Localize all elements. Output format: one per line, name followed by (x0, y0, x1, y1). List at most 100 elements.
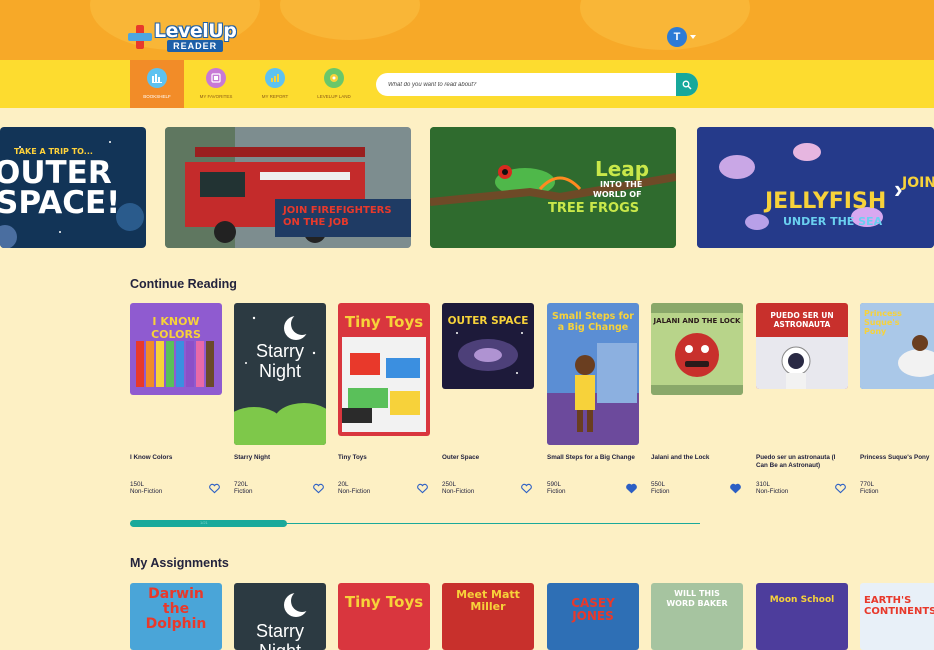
book-title[interactable]: Jalani and the Lock (651, 454, 743, 462)
book-title[interactable]: I Know Colors (130, 454, 222, 462)
chevron-down-icon[interactable] (690, 35, 696, 39)
book-cover[interactable]: WILL THIS WORD BAKER (651, 583, 743, 650)
bookshelf-icon (147, 68, 167, 88)
book-cover[interactable]: Starry Night (234, 303, 326, 445)
cover-title: Starry Night (255, 341, 304, 381)
nav-label: MY REPORT (261, 94, 289, 99)
banner-outer-space[interactable]: TAKE A TRIP TO... OUTER SPACE! (0, 127, 146, 248)
book-cover[interactable]: Starry Night (234, 583, 326, 650)
header-cloud (280, 0, 420, 40)
banner-headline: ON THE JOB (283, 217, 349, 228)
banner-headline: TREE FROGS (548, 201, 640, 216)
nav-item-my-favorites[interactable]: MY FAVORITES (189, 60, 243, 108)
nav-item-levelup-land[interactable]: LEVELUP LAND (307, 60, 361, 108)
book-cover[interactable]: Small Steps for a Big Change (547, 303, 639, 445)
report-icon (265, 68, 285, 88)
cover-title: Starry Night (255, 621, 304, 650)
banner-headline: JELLYFISH (765, 189, 887, 214)
book-cover[interactable]: Tiny Toys (338, 303, 430, 436)
heart-outline-icon[interactable] (209, 483, 220, 494)
book-cover[interactable]: I KNOW COLORS (130, 303, 222, 395)
book-genre: Non-Fiction (756, 488, 789, 495)
cover-title: OUTER SPACE (447, 315, 529, 327)
book-level: 770L (860, 481, 875, 488)
my-assignments-title: My Assignments (130, 556, 229, 570)
banner-headline: INTO THE (600, 180, 643, 189)
banner-headline: SPACE! (0, 185, 121, 221)
book-level: 20L (338, 481, 349, 488)
book-level: 250L (442, 481, 457, 488)
search-button[interactable] (676, 73, 698, 96)
banner-tree-frogs[interactable]: Leap INTO THE WORLD OF TREE FROGS (430, 127, 676, 248)
search-input[interactable] (388, 78, 678, 91)
banner-headline: UNDER THE SEA (783, 215, 883, 228)
book-title[interactable]: Starry Night (234, 454, 326, 462)
cover-title: CASEY JONES (571, 596, 615, 623)
book-genre: Non-Fiction (442, 488, 475, 495)
book-level: 590L (547, 481, 562, 488)
scroll-thumb-label: 1/21 (200, 520, 208, 525)
cover-title: Tiny Toys (344, 593, 424, 611)
cover-title: PUEDO SER UN ASTRONAUTA (770, 311, 834, 329)
book-title[interactable]: Puedo ser un astronauta (I Can Be an Ast… (756, 454, 848, 470)
nav-item-bookshelf[interactable]: BOOKSHELF (130, 60, 184, 108)
logo-plus-icon (128, 24, 152, 49)
book-genre: Non-Fiction (338, 488, 371, 495)
book-cover[interactable]: Darwin the Dolphin (130, 583, 222, 650)
scroll-thumb[interactable] (130, 520, 287, 527)
cover-title: WILL THIS WORD BAKER (666, 589, 728, 608)
levelup-land-icon (324, 68, 344, 88)
book-title[interactable]: Tiny Toys (338, 454, 430, 462)
user-avatar[interactable]: T (667, 27, 687, 47)
nav-label: BOOKSHELF (143, 94, 171, 99)
continue-reading-title: Continue Reading (130, 277, 237, 291)
book-cover[interactable]: PUEDO SER UN ASTRONAUTA (756, 303, 848, 389)
book-cover[interactable]: Moon School (756, 583, 848, 650)
banner-headline: Leap (595, 157, 650, 181)
book-cover[interactable]: EARTH'S CONTINENTS (860, 583, 934, 650)
book-genre: Fiction (234, 488, 253, 495)
book-cover[interactable]: Princess Suque's Pony (860, 303, 934, 389)
search-bar (376, 73, 698, 96)
carousel-next-arrow-icon[interactable]: › (894, 174, 903, 205)
cover-title: I KNOW COLORS (151, 315, 201, 341)
book-cover[interactable]: JALANI AND THE LOCK (651, 303, 743, 395)
book-level: 150L (130, 481, 145, 488)
book-cover[interactable]: Meet Matt Miller (442, 583, 534, 650)
cover-title: Moon School (769, 595, 835, 605)
levelup-reader-logo[interactable]: LevelUp READER (128, 20, 237, 52)
book-genre: Non-Fiction (130, 488, 163, 495)
heart-outline-icon[interactable] (417, 483, 428, 494)
cover-title: Meet Matt Miller (456, 588, 520, 613)
cover-title: Small Steps for a Big Change (552, 311, 634, 333)
book-title[interactable]: Outer Space (442, 454, 534, 462)
heart-outline-icon[interactable] (835, 483, 846, 494)
nav-item-my-report[interactable]: MY REPORT (248, 60, 302, 108)
header-cloud (580, 0, 750, 50)
heart-outline-icon[interactable] (313, 483, 324, 494)
book-cover[interactable]: Tiny Toys (338, 583, 430, 650)
book-cover[interactable]: CASEY JONES (547, 583, 639, 650)
cover-title: EARTH'S CONTINENTS (864, 595, 934, 617)
book-title[interactable]: Princess Suque's Pony (860, 454, 934, 462)
book-level: 310L (756, 481, 771, 488)
book-cover[interactable]: OUTER SPACE (442, 303, 534, 389)
heart-outline-icon[interactable] (521, 483, 532, 494)
book-level: 550L (651, 481, 666, 488)
nav-label: LEVELUP LAND (317, 94, 351, 99)
book-level: 720L (234, 481, 249, 488)
cover-title: JALANI AND THE LOCK (653, 317, 741, 325)
logo-main-text: LevelUp (154, 20, 237, 42)
book-genre: Fiction (860, 488, 879, 495)
book-title[interactable]: Small Steps for a Big Change (547, 454, 639, 462)
banner-headline: JOIN FIREFIGHTERS (283, 205, 392, 216)
heart-filled-icon[interactable] (626, 483, 637, 494)
cover-title: Tiny Toys (344, 313, 424, 331)
banner-firefighters[interactable]: JOIN FIREFIGHTERS ON THE JOB (165, 127, 411, 248)
favorites-icon (206, 68, 226, 88)
banner-headline: JOIN (902, 175, 934, 191)
book-genre: Fiction (547, 488, 566, 495)
logo-sub-text: READER (167, 40, 224, 52)
cover-title: Princess Suque's Pony (864, 309, 902, 336)
heart-filled-icon[interactable] (730, 483, 741, 494)
